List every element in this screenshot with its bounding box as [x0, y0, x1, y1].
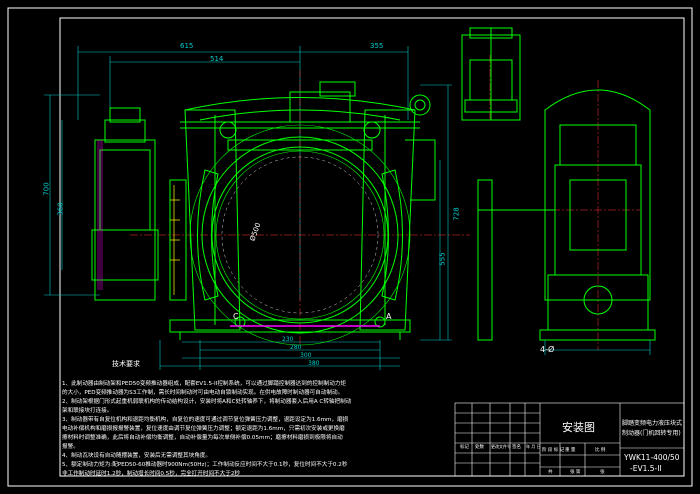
- tb-grid-label: 处数: [475, 445, 484, 450]
- tb-stage-label: 重 量: [565, 448, 576, 453]
- tb-stage-label: 比 例: [595, 448, 606, 453]
- product-name-line2: 制动器(门机回转专用): [622, 430, 681, 437]
- tb-stage-label: 阶 段 标 记: [542, 448, 565, 453]
- model-line1: YWK11-400/50: [624, 453, 680, 462]
- title-block-grid: [454, 402, 685, 477]
- tb-grid-label: 更改文件号: [491, 444, 511, 449]
- model-line2: -EV1.5-II: [630, 464, 662, 473]
- drawing-name: 安装图: [562, 421, 595, 434]
- tb-sheet-label: 张 第: [570, 470, 581, 475]
- tb-grid-label: 标记: [460, 445, 469, 450]
- tb-sheet-label: 共: [548, 470, 553, 475]
- tb-grid-label: 签名: [512, 445, 521, 450]
- tb-grid-label: 年 月 日: [526, 444, 541, 449]
- drawing-canvas: 615 514 355 700 360 728 555 230 280 300 …: [0, 0, 700, 494]
- tb-sheet-label: 张: [600, 470, 605, 475]
- product-name-line1: 脚踏变频电力液压块式: [622, 420, 683, 427]
